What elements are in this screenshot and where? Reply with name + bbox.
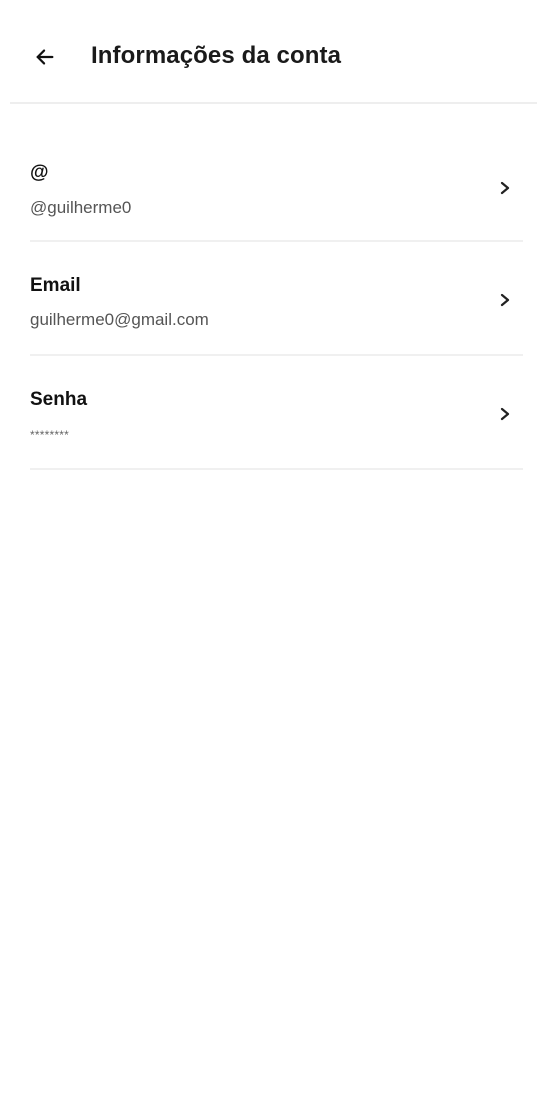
account-row-email[interactable]: Email guilherme0@gmail.com xyxy=(30,242,523,356)
username-label: @ xyxy=(30,162,49,183)
account-row-password[interactable]: Senha ******** xyxy=(30,356,523,470)
email-label: Email xyxy=(30,275,81,296)
password-label: Senha xyxy=(30,389,88,410)
password-value: ******** xyxy=(30,428,69,442)
header-divider xyxy=(10,102,537,104)
app-header: Informações da conta xyxy=(0,0,537,104)
chevron-right-icon xyxy=(497,178,513,198)
username-value: @guilherme0 xyxy=(30,198,132,217)
account-info-list: @ @guilherme0 Email guilherme0@gmail.com… xyxy=(30,128,523,470)
arrow-left-icon xyxy=(34,46,56,73)
chevron-right-icon xyxy=(497,404,513,424)
back-button[interactable] xyxy=(30,44,60,74)
page-title: Informações da conta xyxy=(91,42,342,69)
chevron-right-icon xyxy=(497,290,513,310)
email-value: guilherme0@gmail.com xyxy=(30,310,209,329)
account-row-username[interactable]: @ @guilherme0 xyxy=(30,128,523,242)
